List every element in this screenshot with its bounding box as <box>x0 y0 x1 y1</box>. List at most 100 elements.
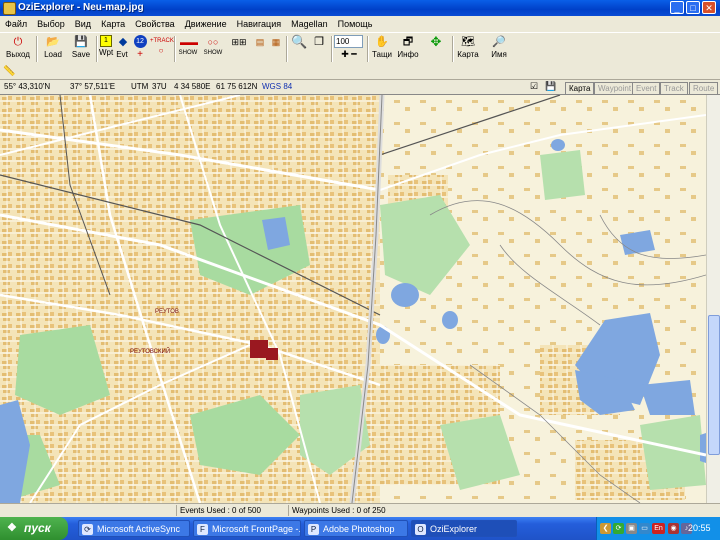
moving-map-button[interactable]: ▦ <box>268 35 282 63</box>
menu-help[interactable]: Помощь <box>333 16 378 29</box>
save-button[interactable]: 💾 Save <box>68 35 94 63</box>
save-icon: 💾 <box>74 36 88 48</box>
cutoff-icon: ▤ <box>255 37 265 47</box>
name-button[interactable]: 🔎 Имя <box>486 35 512 63</box>
find-button[interactable]: 🔍 <box>290 35 308 63</box>
status-bar: Events Used : 0 of 500 Waypoints Used : … <box>0 503 720 518</box>
utm-zone: 37U <box>152 82 167 91</box>
language-indicator[interactable]: En <box>652 523 665 534</box>
waypoint-button[interactable]: 1 Wpt <box>99 35 113 63</box>
map-label-reutov: РЕУТОВ <box>155 309 179 315</box>
events-used: Events Used : 0 of 500 <box>176 505 288 516</box>
tray-app-icon[interactable]: ◉ <box>668 523 679 534</box>
load-button[interactable]: 📂 Load <box>40 35 66 63</box>
exit-button[interactable]: ⏻ Выход <box>2 35 34 63</box>
task-oziexplorer[interactable]: O OziExplorer <box>411 520 517 537</box>
main-toolbar: ⏻ Выход 📂 Load 💾 Save 1 Wpt ◆ Evt 12 + +… <box>0 32 720 66</box>
circle-icon: ○ <box>158 46 164 55</box>
track-badge-icon: 12 <box>133 35 147 48</box>
tray-sync-icon[interactable]: ⟳ <box>613 523 624 534</box>
show-track-button[interactable]: ▬▬ SHOW <box>177 35 199 63</box>
menu-moving[interactable]: Движение <box>180 16 232 29</box>
map-image: РЕУТОВ РЕУТОВСКИЙ <box>0 95 706 503</box>
window-icon: ❐ <box>314 36 324 48</box>
arrows-icon: ✥ <box>430 34 442 49</box>
task-activesync[interactable]: ⟳ Microsoft ActiveSync <box>78 520 190 537</box>
photoshop-icon: P <box>308 524 319 535</box>
pan-button[interactable]: ✋ Тащи <box>370 35 394 63</box>
taskbar: ❖ пуск ⟳ Microsoft ActiveSync F Microsof… <box>0 517 720 540</box>
tab-map[interactable]: Карта <box>565 82 595 95</box>
ruler-icon[interactable]: 📏 <box>3 66 15 77</box>
windows-logo-icon: ❖ <box>7 522 17 534</box>
save-view-icon[interactable]: 💾 <box>545 81 556 92</box>
magnifier-icon: 🔍 <box>291 34 308 49</box>
scrollbar-thumb[interactable] <box>708 315 720 455</box>
show-waypoints-button[interactable]: ○○ SHOW <box>202 35 224 63</box>
title-bar: OziExplorer - Neu-map.jpg _ □ ✕ <box>0 0 720 16</box>
zoom-in-out-icon: ✚ ━ <box>341 49 357 59</box>
latitude: 55° 43,310'N <box>4 82 51 91</box>
waypoints-icon: ○○ <box>207 37 219 47</box>
task-frontpage[interactable]: F Microsoft FrontPage -... <box>193 520 301 537</box>
info-icon: 🗗 <box>402 36 414 48</box>
utm-northing: 61 75 612N <box>216 82 258 91</box>
track-number-button[interactable]: 12 + <box>132 35 148 63</box>
menu-properties[interactable]: Свойства <box>130 16 180 29</box>
waypoints-used: Waypoints Used : 0 of 250 <box>288 505 412 516</box>
utm-easting: 4 34 580E <box>174 82 211 91</box>
start-button[interactable]: ❖ пуск <box>0 517 68 540</box>
tab-waypoint[interactable]: Waypoint <box>594 82 636 95</box>
menu-magellan[interactable]: Magellan <box>286 16 333 29</box>
activesync-icon: ⟳ <box>82 524 93 535</box>
name-icon: 🔎 <box>492 36 506 48</box>
menu-bar: Файл Выбор Вид Карта Свойства Движение Навигац… <box>0 16 720 32</box>
tray-monitor-icon[interactable]: ▭ <box>639 523 650 534</box>
checklist-icon[interactable]: ☑ <box>530 81 538 92</box>
menu-view[interactable]: Вид <box>70 16 96 29</box>
map-button[interactable]: 🗺 Карта <box>455 35 481 63</box>
vertical-scrollbar[interactable] <box>706 95 720 503</box>
zoom-control[interactable]: 100 ✚ ━ <box>334 35 364 63</box>
info-button[interactable]: 🗗 Инфо <box>396 35 420 63</box>
window-button[interactable]: ❐ <box>310 35 328 63</box>
tab-route[interactable]: Route <box>689 82 719 95</box>
longitude: 37° 57,511'E <box>70 82 116 91</box>
tab-event[interactable]: Event <box>632 82 661 95</box>
zoom-select[interactable]: 100 <box>334 35 363 48</box>
datum: WGS 84 <box>262 82 293 91</box>
plus-icon: + <box>137 49 143 60</box>
minimize-button[interactable]: _ <box>670 1 684 14</box>
tray-network-icon[interactable]: ▣ <box>626 523 637 534</box>
menu-map[interactable]: Карта <box>96 16 130 29</box>
map-view[interactable]: РЕУТОВ РЕУТОВСКИЙ <box>0 95 706 503</box>
waypoint-icon: 1 <box>100 35 112 47</box>
hand-icon: ✋ <box>375 36 389 48</box>
moving-map-icon: ▦ <box>271 37 281 47</box>
event-icon: ◆ <box>118 36 128 48</box>
tray-arrow-icon[interactable]: ❮ <box>600 523 611 534</box>
tab-track[interactable]: Track <box>660 82 688 95</box>
maximize-button[interactable]: □ <box>686 1 700 14</box>
menu-navigation[interactable]: Навигация <box>232 16 286 29</box>
exit-icon: ⏻ <box>13 36 23 48</box>
route-icon: ⊞⊞ <box>231 37 247 47</box>
cutoff-button[interactable]: ▤ <box>252 35 266 63</box>
window-title: OziExplorer - Neu-map.jpg <box>18 2 144 13</box>
clock: 20:55 <box>688 523 711 533</box>
menu-select[interactable]: Выбор <box>32 16 70 29</box>
event-button[interactable]: ◆ Evt <box>115 35 129 63</box>
oziexplorer-icon: O <box>415 524 426 535</box>
load-icon: 📂 <box>46 36 60 48</box>
navigate-button[interactable]: ✥ <box>422 35 450 63</box>
menu-file[interactable]: Файл <box>0 16 32 29</box>
add-track-button[interactable]: +TRACK ○ <box>150 35 174 63</box>
task-photoshop[interactable]: P Adobe Photoshop <box>304 520 408 537</box>
close-button[interactable]: ✕ <box>702 1 716 14</box>
track-line-icon: ▬▬ <box>180 37 198 47</box>
map-icon: 🗺 <box>461 36 475 48</box>
frontpage-icon: F <box>197 524 208 535</box>
secondary-toolbar: 📏 <box>0 64 720 80</box>
coordinate-bar: 55° 43,310'N 37° 57,511'E UTM 37U 4 34 5… <box>0 80 720 95</box>
route-tools-button[interactable]: ⊞⊞ <box>228 35 250 63</box>
